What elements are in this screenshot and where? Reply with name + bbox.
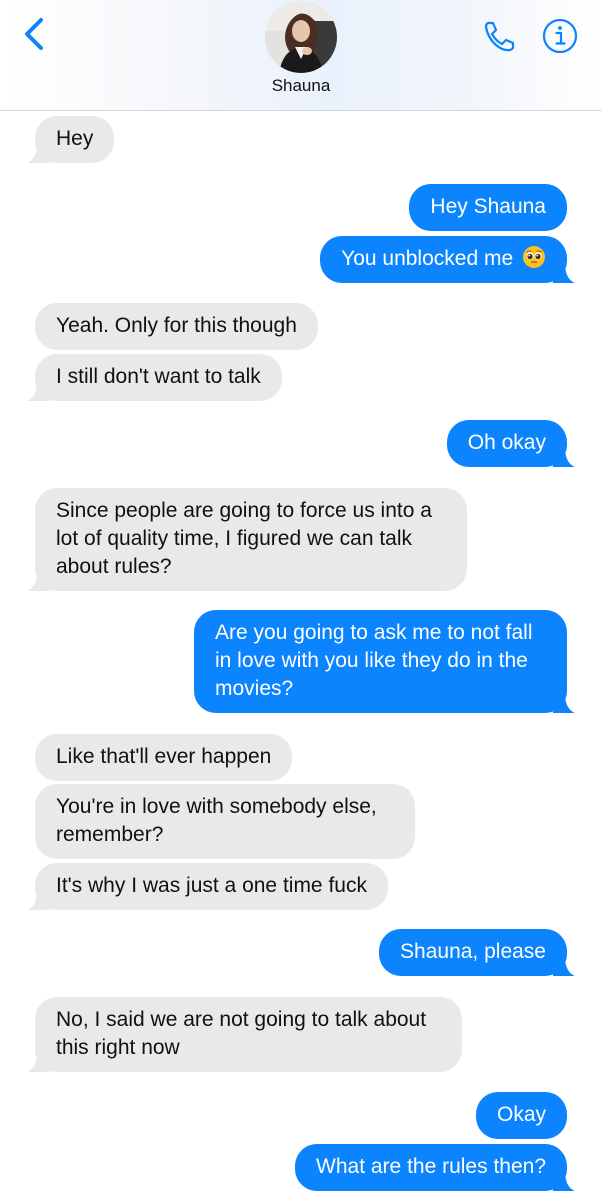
bubble-tail (27, 1052, 49, 1072)
incoming-message-bubble[interactable]: No, I said we are not going to talk abou… (27, 997, 462, 1072)
back-button[interactable] (14, 14, 54, 54)
incoming-message-bubble[interactable]: You're in love with somebody else, remem… (35, 784, 415, 859)
pleading-face-emoji (523, 246, 545, 268)
call-button[interactable] (478, 16, 518, 56)
outgoing-message-bubble[interactable]: Shauna, please (379, 929, 575, 976)
message-text: You unblocked me (341, 247, 514, 270)
bubble-tail (553, 1171, 575, 1191)
outgoing-message-bubble[interactable]: Okay (475, 1092, 567, 1139)
incoming-message-bubble[interactable]: Yeah. Only for this though (35, 303, 318, 350)
message-text: Yeah. Only for this though (56, 314, 297, 337)
incoming-message-bubble[interactable]: Hey (27, 116, 115, 163)
outgoing-message-bubble[interactable]: What are the rules then? (295, 1144, 575, 1191)
outgoing-message-bubble[interactable]: Hey Shauna (409, 184, 567, 231)
info-icon (542, 18, 578, 54)
bubble-tail (553, 447, 575, 467)
incoming-message-bubble[interactable]: It's why I was just a one time fuck (27, 863, 388, 910)
bubble-tail (553, 956, 575, 976)
bubble-tail (553, 263, 575, 283)
message-text: It's why I was just a one time fuck (56, 874, 367, 897)
outgoing-message-bubble[interactable]: Oh okay (446, 420, 575, 467)
contact-avatar[interactable] (265, 1, 337, 73)
incoming-message-bubble[interactable]: I still don't want to talk (27, 354, 282, 401)
bubble-tail (27, 381, 49, 401)
message-text: Since people are going to force us into … (56, 499, 432, 578)
info-button[interactable] (540, 16, 580, 56)
message-text: What are the rules then? (316, 1155, 546, 1178)
outgoing-message-bubble[interactable]: Are you going to ask me to not fall in l… (194, 610, 575, 713)
message-text: Hey (56, 127, 94, 150)
incoming-message-bubble[interactable]: Since people are going to force us into … (27, 488, 467, 591)
message-text: Okay (496, 1103, 546, 1126)
bubble-tail (27, 890, 49, 910)
bubble-tail (27, 571, 49, 591)
message-text: You're in love with somebody else, remem… (56, 795, 377, 846)
chevron-left-icon (25, 18, 43, 50)
bubble-tail (553, 693, 575, 713)
contact-photo (265, 1, 337, 73)
incoming-message-bubble[interactable]: Like that'll ever happen (35, 734, 293, 781)
message-text: No, I said we are not going to talk abou… (56, 1008, 427, 1059)
message-text: I still don't want to talk (56, 365, 261, 388)
phone-icon (484, 21, 515, 52)
conversation-header: Shauna (0, 0, 602, 111)
message-text: Are you going to ask me to not fall in l… (215, 621, 533, 700)
outgoing-message-bubble[interactable]: You unblocked me (320, 236, 575, 283)
message-text: Shauna, please (400, 940, 546, 963)
bubble-tail (27, 143, 49, 163)
message-thread[interactable]: Hey Hey Shauna You unblocked me Yeah. On… (0, 110, 602, 1200)
message-text: Hey Shauna (430, 195, 546, 218)
message-text: Oh okay (467, 431, 546, 454)
contact-name[interactable]: Shauna (0, 76, 602, 96)
message-text: Like that'll ever happen (56, 745, 272, 768)
